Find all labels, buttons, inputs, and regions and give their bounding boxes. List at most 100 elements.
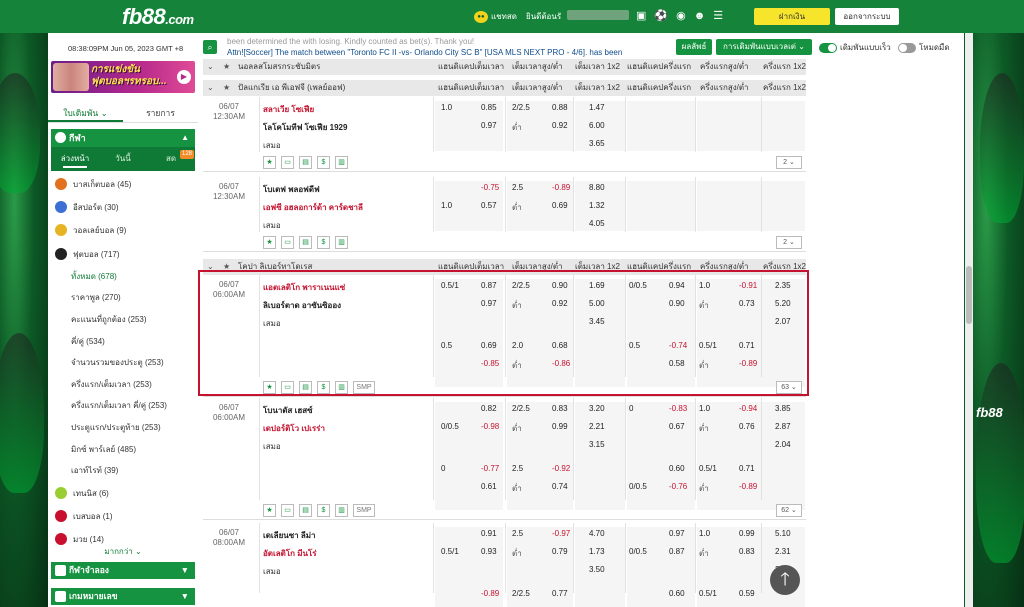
league-row[interactable]: ⌄ ★ นอลลสโมสรกระชับมิตร แฮนดิแคปเต็มเวลา เต็…	[203, 59, 806, 75]
checklist-icon[interactable]: ☰	[713, 9, 723, 23]
star-icon[interactable]: ★	[263, 236, 276, 249]
bet-settings-button[interactable]: การเดิมพันแบบเวลเต่ ⌄	[716, 39, 812, 55]
play-icon[interactable]: ▶	[177, 70, 191, 84]
away-team[interactable]: เดปอร์ติโว เปเรร่า	[263, 422, 325, 435]
sidebar-item[interactable]: บาสเก็ตบอล (45)	[51, 173, 195, 196]
odds-cell[interactable]: 5.10	[775, 529, 791, 538]
home-team[interactable]: โบนาดัส เฮสซ์	[263, 404, 313, 417]
tab-list[interactable]: รายการ	[123, 103, 198, 122]
tab-today[interactable]: วันนี้	[99, 147, 147, 171]
stats-icon[interactable]: ▤	[299, 236, 312, 249]
wallet-icon[interactable]: ▣	[636, 9, 646, 23]
odds-cell[interactable]: 0.83	[739, 547, 755, 556]
dollar-icon[interactable]: $	[317, 381, 330, 394]
odds-cell[interactable]: 0.85	[481, 103, 497, 112]
home-team[interactable]: เดเลียนซา ลีม่า	[263, 529, 316, 542]
tv-icon[interactable]: ▭	[281, 156, 294, 169]
odds-cell[interactable]: -0.89	[739, 359, 757, 368]
odds-cell[interactable]: 0.97	[481, 121, 497, 130]
odds-cell[interactable]: 1.0	[441, 201, 452, 210]
chart-icon[interactable]: ▥	[335, 236, 348, 249]
odds-cell[interactable]: -0.83	[669, 404, 687, 413]
search-icon[interactable]: ⌕	[203, 40, 217, 54]
odds-cell[interactable]: 0.69	[552, 201, 568, 210]
odds-cell[interactable]: -0.98	[481, 422, 499, 431]
odds-cell[interactable]: 0.76	[739, 422, 755, 431]
away-team[interactable]: อัตเลติโก มีนโร่	[263, 547, 317, 560]
odds-cell[interactable]: 0.92	[552, 299, 568, 308]
odds-cell[interactable]: 0.99	[739, 529, 755, 538]
logout-button[interactable]: ออกจากระบบ	[835, 8, 899, 25]
odds-cell[interactable]: -0.85	[481, 359, 499, 368]
sidebar-item[interactable]: วอลเลย์บอล (9)	[51, 219, 195, 242]
home-team[interactable]: โบเตฟ พลอฟดีฟ	[263, 183, 320, 196]
tv-icon[interactable]: ▭	[281, 236, 294, 249]
odds-cell[interactable]: 0.57	[481, 201, 497, 210]
chart-icon[interactable]: ▥	[335, 504, 348, 517]
odds-cell[interactable]: 3.65	[589, 139, 605, 148]
scrollbar-thumb[interactable]	[966, 266, 972, 324]
tv-icon[interactable]: ▭	[281, 504, 294, 517]
odds-cell[interactable]: 0.60	[669, 464, 685, 473]
more-link[interactable]: มากกว่า ⌄	[48, 545, 198, 558]
odds-cell[interactable]: 0.59	[739, 589, 755, 598]
odds-cell[interactable]: 0.92	[552, 121, 568, 130]
chevron-down-icon[interactable]: ⌄	[207, 59, 214, 75]
tab-live[interactable]: สด 128	[147, 147, 195, 171]
league-row[interactable]: ⌄ ★ โคปา ลิเบอร์ทาโดเรส แฮนดิแคปเต็มเวลา เต็…	[203, 259, 806, 275]
odds-cell[interactable]: 2.0	[512, 341, 523, 350]
odds-cell[interactable]: 3.15	[589, 440, 605, 449]
live-chat-link[interactable]: ●● แชทสด	[474, 10, 517, 23]
odds-cell[interactable]: 2.04	[775, 440, 791, 449]
odds-cell[interactable]: 2.21	[589, 422, 605, 431]
odds-cell[interactable]: 0.71	[739, 464, 755, 473]
sidebar-item[interactable]: ฟุตบอล (717)	[51, 243, 195, 266]
odds-cell[interactable]: 1.0	[699, 529, 710, 538]
odds-cell[interactable]: 0.61	[481, 482, 497, 491]
promo-24-7-icon[interactable]: ◉	[676, 9, 686, 23]
sidebar-item[interactable]: ครึ่งแรก/เต็มเวลา คี่/คู่ (253)	[51, 395, 195, 417]
odds-cell[interactable]: 0.91	[481, 529, 497, 538]
chevron-down-icon[interactable]: ⌄	[207, 259, 214, 275]
odds-cell[interactable]: 0.71	[739, 341, 755, 350]
odds-cell[interactable]: 3.85	[775, 404, 791, 413]
promo-banner[interactable]: การแข่งขัน ฟุตบอลฯรทรอบ... ▶	[51, 61, 195, 93]
odds-cell[interactable]: 4.05	[589, 219, 605, 228]
odds-cell[interactable]: 2.07	[775, 317, 791, 326]
odds-cell[interactable]: 0.58	[669, 359, 685, 368]
dollar-icon[interactable]: $	[317, 504, 330, 517]
odds-cell[interactable]: 0.82	[481, 404, 497, 413]
chevron-down-icon[interactable]: ⌄	[207, 80, 214, 96]
odds-cell[interactable]: -0.75	[481, 183, 499, 192]
odds-cell[interactable]: 1.0	[699, 281, 710, 290]
odds-cell[interactable]: 0.79	[552, 547, 568, 556]
results-button[interactable]: ผลลัพธ์	[676, 39, 712, 55]
more-markets-button[interactable]: 63 ⌄	[776, 381, 802, 394]
odds-cell[interactable]: -0.86	[552, 359, 570, 368]
odds-cell[interactable]: 0.77	[552, 589, 568, 598]
odds-cell[interactable]: -0.92	[552, 464, 570, 473]
smp-button[interactable]: SMP	[353, 504, 375, 517]
odds-cell[interactable]: 0.97	[481, 299, 497, 308]
sidebar-item[interactable]: เอาท์ไรท์ (39)	[51, 460, 195, 482]
odds-cell[interactable]: -0.89	[552, 183, 570, 192]
odds-cell[interactable]: 2.87	[775, 422, 791, 431]
league-row[interactable]: ⌄ ★ ปัลแกเรีย เอ พีเอฟจี (เพลย์ออฟ) แฮนดิแค…	[203, 80, 806, 96]
away-team[interactable]: เอฟซี อฮลอการ์ด้า คาร์ดชาลี	[263, 201, 363, 214]
odds-cell[interactable]: 0.88	[552, 103, 568, 112]
toggle-switch-on[interactable]	[819, 42, 837, 53]
odds-cell[interactable]: 0.90	[669, 299, 685, 308]
sidebar-item[interactable]: อีสปอร์ต (30)	[51, 196, 195, 219]
odds-cell[interactable]: 0.73	[739, 299, 755, 308]
tab-betslip[interactable]: ใบเดิมพัน ⌄	[48, 103, 123, 122]
stats-icon[interactable]: ▤	[299, 156, 312, 169]
dollar-icon[interactable]: $	[317, 236, 330, 249]
odds-cell[interactable]: 2.35	[775, 281, 791, 290]
odds-cell[interactable]: 1.47	[589, 103, 605, 112]
odds-cell[interactable]: 0.69	[481, 341, 497, 350]
sidebar-item[interactable]: ประตูแรก/ประตูท้าย (253)	[51, 417, 195, 439]
toggle-switch-off[interactable]	[898, 42, 916, 53]
deposit-button[interactable]: ฝากเงิน	[754, 8, 830, 25]
sidebar-item[interactable]: มิกซ์ พาร์เลย์ (485)	[51, 439, 195, 461]
more-markets-button[interactable]: 2 ⌄	[776, 156, 802, 169]
